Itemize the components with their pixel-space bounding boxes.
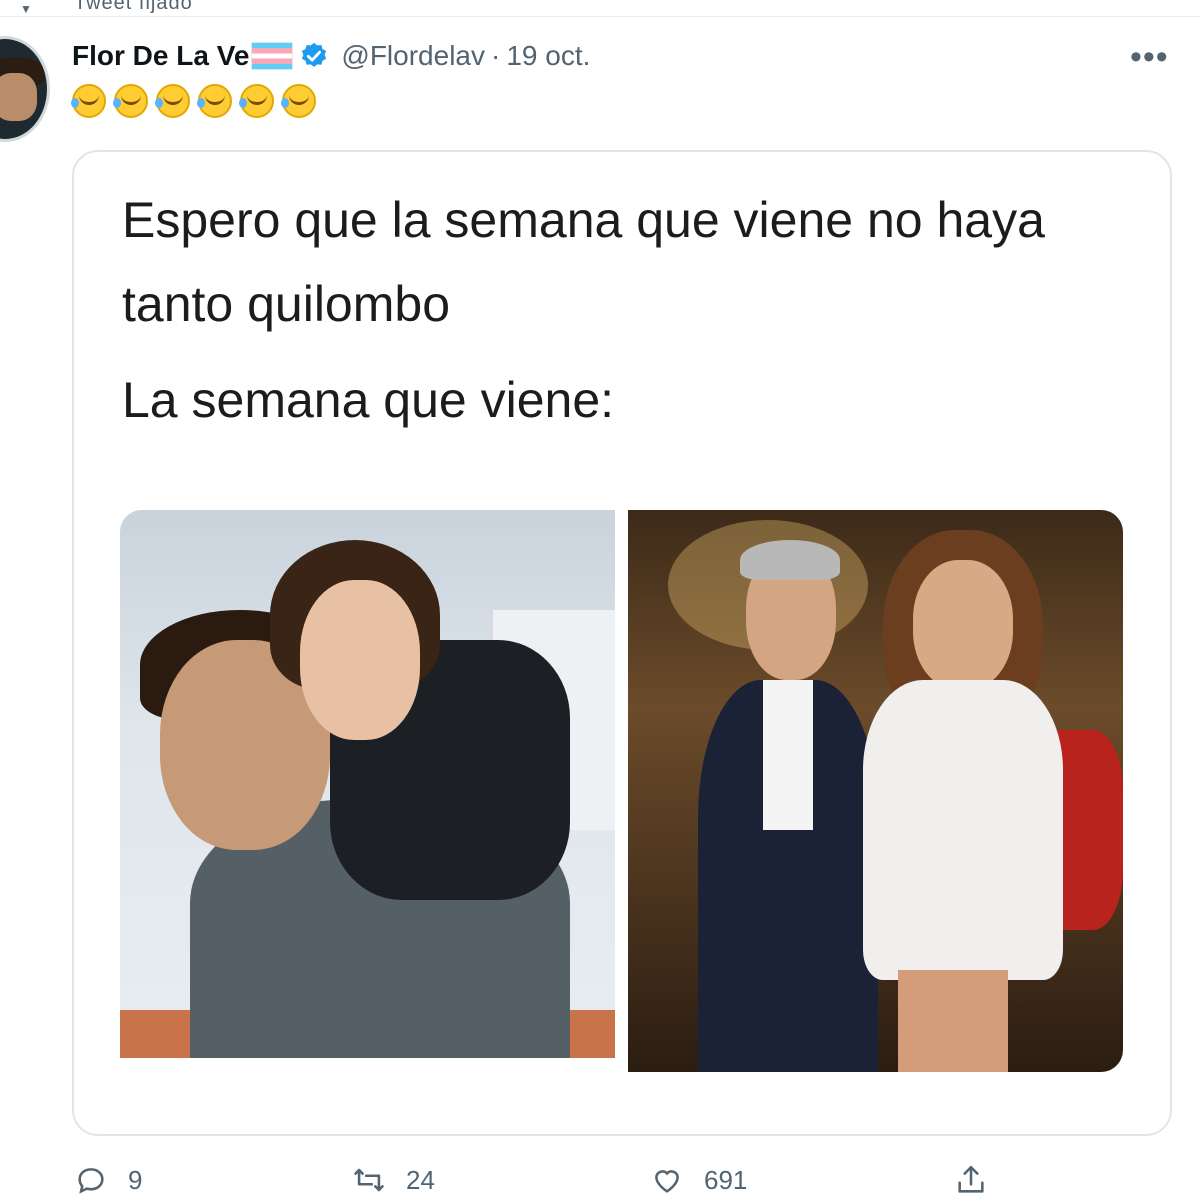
meme-caption-1: Espero que la semana que viene no haya t…	[122, 192, 1045, 332]
pinned-label: Tweet fijado	[74, 0, 193, 14]
rofl-emoji-icon	[155, 84, 190, 118]
rofl-emoji-icon	[113, 84, 148, 118]
photo-woman-face	[300, 580, 420, 740]
tweet-media-card[interactable]: Espero que la semana que viene no haya t…	[72, 150, 1172, 1136]
photo-woman-legs	[898, 970, 1008, 1072]
rofl-emoji-icon	[197, 84, 232, 118]
tweet-actions-bar: 9 24 691	[0, 1160, 1200, 1200]
like-count: 691	[704, 1164, 748, 1195]
heart-icon	[655, 1170, 679, 1193]
photo-woman-dress	[863, 680, 1063, 980]
reply-button[interactable]: 9	[74, 1160, 142, 1200]
meme-photo-left	[120, 510, 615, 1058]
rofl-emoji-icon	[281, 84, 316, 118]
tweet-header: Flor De La Ve @Flordelav · 19 oct.	[72, 36, 590, 76]
pinned-tweet-bar: ▼ Tweet fijado	[0, 0, 1200, 17]
rofl-emoji-icon	[71, 84, 106, 118]
avatar-face	[0, 73, 37, 121]
rofl-emoji-icon	[239, 84, 274, 118]
retweet-icon	[354, 1168, 384, 1192]
like-button[interactable]: 691	[650, 1160, 747, 1200]
more-options-icon[interactable]: •••	[1130, 38, 1169, 77]
photo-man-shirt	[763, 680, 813, 830]
author-name[interactable]: Flor De La Ve	[72, 40, 249, 72]
header-separator: ·	[491, 40, 501, 71]
trans-flag-icon	[251, 42, 294, 70]
avatar[interactable]	[0, 36, 50, 142]
author-handle[interactable]: @Flordelav	[341, 40, 485, 72]
tweet-date[interactable]: 19 oct.	[506, 40, 590, 72]
tweet-text-emojis	[71, 84, 316, 118]
share-button[interactable]	[954, 1160, 988, 1200]
reply-count: 9	[128, 1164, 143, 1195]
retweet-button[interactable]: 24	[352, 1160, 435, 1200]
photo-woman-face	[913, 560, 1013, 690]
meme-photo-right	[628, 510, 1123, 1072]
meme-caption-2: La semana que viene:	[122, 372, 615, 428]
share-icon	[958, 1165, 984, 1193]
verified-badge-icon	[302, 42, 327, 67]
retweet-count: 24	[406, 1164, 435, 1195]
pin-icon: ▼	[20, 2, 32, 16]
photo-man-hair	[740, 540, 840, 580]
reply-icon	[78, 1168, 104, 1194]
